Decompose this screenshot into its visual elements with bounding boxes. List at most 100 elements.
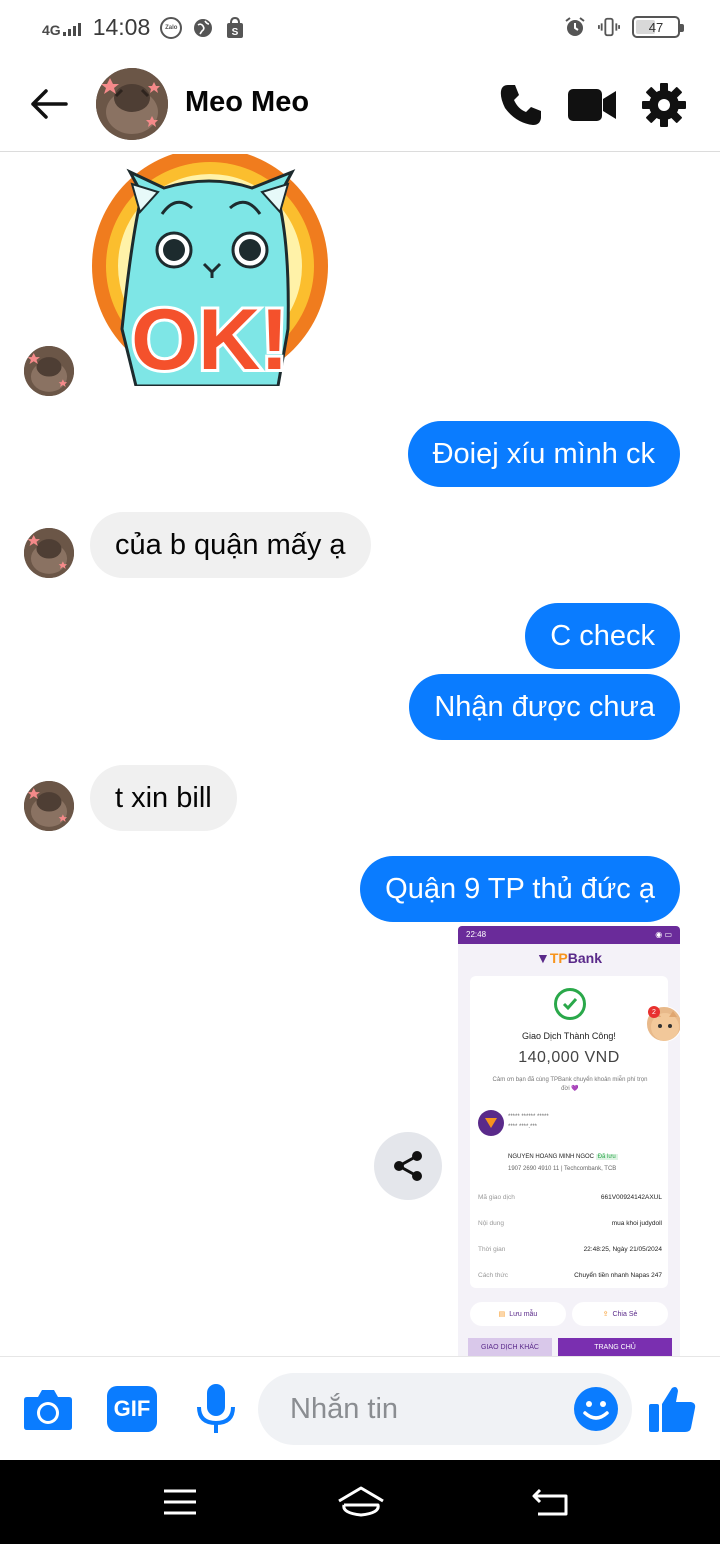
emoji-button[interactable] [572, 1385, 620, 1433]
recipient-name-text: NGUYEN HOANG MINH NGOC [508, 1154, 595, 1160]
success-check-icon [554, 988, 586, 1020]
chat-head-badge: 2 [648, 1006, 660, 1018]
home-icon [338, 1486, 384, 1517]
saved-tag: Đã lưu [595, 1154, 618, 1160]
receipt-row-value: 661V00924142AXUL [600, 1194, 662, 1201]
contact-avatar-small[interactable] [24, 346, 74, 396]
recipient-name: NGUYEN HOANG MINH NGOC Đã lưu [508, 1154, 618, 1160]
camera-button[interactable] [22, 1383, 74, 1435]
menu-icon [164, 1489, 196, 1515]
video-camera-icon [568, 89, 616, 121]
home-nav-button[interactable] [336, 1482, 386, 1522]
battery-indicator: 47 [632, 16, 684, 38]
shopee-icon: S [224, 16, 246, 39]
receipt-row: Nội dung mua khoi judydoll [478, 1220, 662, 1227]
recent-apps-button[interactable] [158, 1482, 202, 1522]
gif-button[interactable]: GIF [106, 1383, 158, 1435]
gear-icon [642, 83, 686, 127]
sender-masked: ***** ****** ***** **** ****.*** [508, 1114, 549, 1130]
sender-masked-line: **** ****.*** [508, 1124, 538, 1130]
receipt-status-icons: ◉ ▭ [655, 930, 672, 939]
contact-name[interactable]: Meo Meo [185, 86, 309, 119]
receipt-title: Giao Dịch Thành Công! [522, 1031, 616, 1041]
bank-name-prefix: TP [549, 950, 568, 966]
home-button: TRANG CHỦ [558, 1338, 672, 1356]
receipt-share-label: Chia Sẻ [612, 1310, 638, 1318]
receipt-card: Giao Dịch Thành Công! 140,000 VND Cảm ơn… [470, 976, 668, 1288]
receipt-row-value: Chuyển tiền nhanh Napas 247 [574, 1272, 662, 1279]
conversation-header: Meo Meo [0, 58, 720, 152]
recipient-account: 1907 2690 4910 11 | Techcombank, TCB [508, 1166, 617, 1172]
ok-cat-sticker[interactable]: OK! [92, 148, 332, 391]
receipt-time: 22:48 [466, 930, 487, 939]
phone-icon [500, 85, 541, 125]
receipt-row-key: Thời gian [478, 1246, 506, 1253]
tpbank-logo: ▼TPBank [536, 950, 602, 966]
receipt-row: Thời gian 22:48:25, Ngày 21/05/2024 [478, 1246, 662, 1253]
status-bar-right: 47 [564, 16, 684, 38]
contact-avatar[interactable] [96, 68, 168, 140]
status-bar: 4G 14:08 Zalo S 47 [0, 0, 720, 58]
network-type: 4G [42, 21, 61, 38]
receipt-row-value: mua khoi judydoll [611, 1220, 662, 1227]
receipt-row-key: Nội dung [478, 1220, 505, 1227]
emoji-icon [574, 1387, 618, 1431]
transfer-receipt-image[interactable]: 22:48 ◉ ▭ ▼TPBank Giao Dịch Thành Công! … [458, 926, 680, 1356]
receipt-row-value: 22:48:25, Ngày 21/05/2024 [583, 1246, 662, 1253]
globe-icon [192, 17, 214, 39]
video-call-button[interactable] [567, 80, 617, 130]
back-arrow-icon [31, 89, 68, 119]
battery-level: 47 [648, 19, 664, 35]
voice-call-button[interactable] [496, 80, 546, 130]
share-icon [394, 1151, 422, 1181]
sticker-text: OK! [131, 292, 289, 386]
save-template-label: Lưu mẫu [509, 1310, 538, 1318]
back-button[interactable] [26, 82, 70, 126]
receipt-row: Mã giao dịch 661V00924142AXUL [478, 1194, 662, 1201]
other-transaction-button: GIAO DỊCH KHÁC [468, 1338, 552, 1356]
message-incoming[interactable]: t xin bill [90, 765, 237, 831]
receipt-amount: 140,000 VND [518, 1049, 620, 1066]
like-button[interactable] [646, 1383, 698, 1435]
microphone-icon [197, 1384, 235, 1433]
network-indicator: 4G [42, 20, 81, 38]
zalo-icon: Zalo [160, 16, 183, 39]
message-outgoing[interactable]: Quận 9 TP thủ đức ạ [360, 856, 680, 922]
message-incoming[interactable]: của b quận mấy ạ [90, 512, 371, 578]
document-icon: ▤ [498, 1311, 506, 1318]
system-nav-bar [0, 1460, 720, 1544]
alarm-icon [564, 16, 586, 38]
vibrate-icon [598, 16, 620, 38]
message-outgoing[interactable]: C check [525, 603, 680, 669]
message-input[interactable] [290, 1387, 560, 1431]
contact-avatar-small[interactable] [24, 781, 74, 831]
upload-icon: ⇪ [602, 1311, 609, 1318]
message-composer: GIF [0, 1356, 720, 1460]
receipt-status-bar: 22:48 ◉ ▭ [458, 926, 680, 944]
status-bar-left: 4G 14:08 Zalo S [42, 14, 246, 41]
gif-icon: GIF [107, 1386, 157, 1432]
receipt-thanks: Cảm ơn bạn đã cùng TPBank chuyển khoản m… [492, 1077, 648, 1092]
tpbank-seal-icon [478, 1110, 504, 1136]
sender-masked-line: ***** ****** ***** [508, 1114, 549, 1120]
share-image-button[interactable] [374, 1132, 442, 1200]
camera-icon [24, 1390, 72, 1430]
status-time: 14:08 [92, 14, 151, 40]
save-template-button: ▤ Lưu mẫu [470, 1302, 566, 1326]
bank-name-suffix: Bank [567, 950, 602, 966]
receipt-row-key: Cách thức [478, 1272, 509, 1279]
receipt-row: Cách thức Chuyển tiền nhanh Napas 247 [478, 1272, 662, 1279]
message-input-container [258, 1373, 632, 1445]
back-nav-button[interactable] [528, 1482, 572, 1522]
message-outgoing[interactable]: Nhận được chưa [409, 674, 680, 740]
signal-icon [62, 20, 81, 36]
contact-avatar-small[interactable] [24, 528, 74, 578]
receipt-row-key: Mã giao dịch [478, 1194, 515, 1201]
thumbs-up-icon [649, 1387, 696, 1432]
back-nav-icon [532, 1488, 568, 1516]
conversation-settings-button[interactable] [639, 80, 689, 130]
receipt-share-button: ⇪ Chia Sẻ [572, 1302, 668, 1326]
svg-text:S: S [232, 27, 239, 38]
message-outgoing[interactable]: Đoiej xíu mình ck [407, 421, 680, 487]
voice-message-button[interactable] [190, 1383, 242, 1435]
